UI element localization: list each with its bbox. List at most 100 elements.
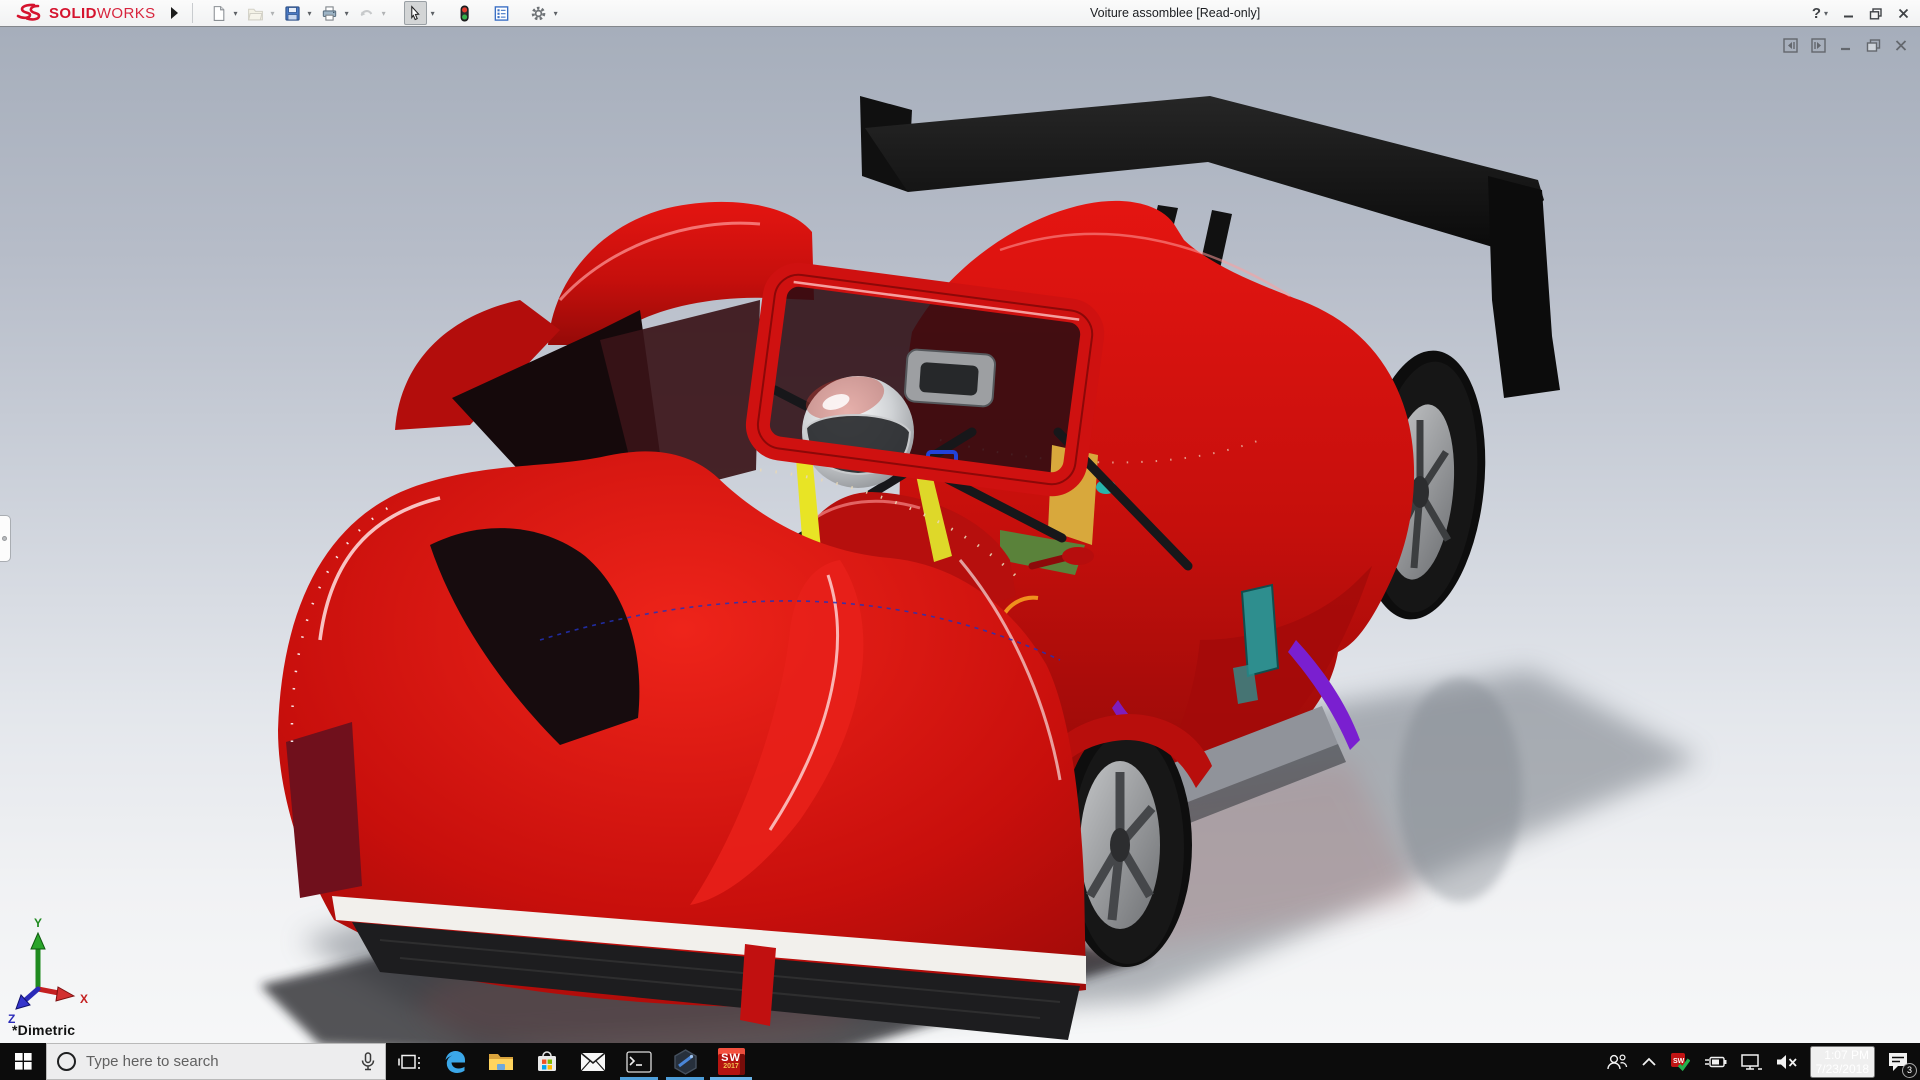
select-dropdown-caret[interactable]: ▾ xyxy=(431,9,435,18)
solidworks-logo: SOLIDWORKS xyxy=(0,0,156,26)
file-properties-button[interactable] xyxy=(490,1,513,25)
save-floppy-icon xyxy=(284,5,300,21)
print-button[interactable] xyxy=(318,1,341,25)
triad-x-label: X xyxy=(80,992,88,1006)
taskbar-spacer xyxy=(754,1043,1604,1080)
battery-button[interactable] xyxy=(1701,1053,1729,1071)
previous-pane-icon xyxy=(1783,38,1798,53)
system-tray: SW 1:07 PM 7/23/2018 3 xyxy=(1604,1043,1920,1080)
minimize-button[interactable] xyxy=(1842,7,1855,20)
menu-flyout-arrow[interactable] xyxy=(166,3,184,23)
battery-charging-icon xyxy=(1704,1056,1727,1067)
ethernet-network-icon xyxy=(1740,1053,1762,1070)
open-dropdown-caret[interactable]: ▾ xyxy=(271,9,275,18)
taskbar-app-file-explorer[interactable] xyxy=(478,1043,524,1080)
file-properties-icon xyxy=(494,5,508,21)
store-icon xyxy=(538,1050,556,1071)
taskbar-app-store[interactable] xyxy=(524,1043,570,1080)
task-view-button[interactable] xyxy=(386,1043,432,1080)
people-button[interactable] xyxy=(1604,1051,1630,1073)
taskbar-search-box[interactable] xyxy=(46,1043,386,1080)
document-restore-button[interactable] xyxy=(1866,38,1881,53)
options-button[interactable] xyxy=(527,1,550,25)
document-title: Voiture assomblee [Read-only] xyxy=(1090,6,1261,20)
new-dropdown-caret[interactable]: ▾ xyxy=(234,9,238,18)
microphone-icon[interactable] xyxy=(361,1052,375,1071)
taskbar-app-edge[interactable] xyxy=(432,1043,478,1080)
windows-taskbar: SW 2017 xyxy=(0,1043,1920,1080)
view-orientation-label: *Dimetric xyxy=(12,1022,76,1038)
brand-wordmark: SOLIDWORKS xyxy=(49,4,156,22)
solidworks-2017-icon: SW 2017 xyxy=(717,1048,745,1075)
search-input[interactable] xyxy=(86,1053,351,1070)
new-document-icon xyxy=(213,5,224,21)
tray-time: 1:07 PM xyxy=(1824,1047,1869,1062)
taskbar-app-mail[interactable] xyxy=(570,1043,616,1080)
rebuild-traffic-light-icon xyxy=(460,5,469,21)
close-icon xyxy=(1898,8,1909,19)
cortana-icon xyxy=(57,1052,76,1071)
restore-icon xyxy=(1869,8,1882,20)
undo-arrow-icon xyxy=(360,9,372,16)
print-dropdown-caret[interactable]: ▾ xyxy=(345,9,349,18)
options-dropdown-caret[interactable]: ▾ xyxy=(554,9,558,18)
minimize-icon xyxy=(1844,15,1853,18)
solidworks-monitor-tray-button[interactable]: SW xyxy=(1668,1050,1692,1074)
save-button[interactable] xyxy=(281,1,304,25)
command-prompt-icon xyxy=(626,1050,652,1073)
help-button[interactable]: ? ▾ xyxy=(1812,5,1828,22)
save-dropdown-caret[interactable]: ▾ xyxy=(308,9,312,18)
chevron-up-icon xyxy=(1641,1057,1656,1066)
action-center-button[interactable]: 3 xyxy=(1884,1049,1917,1078)
tray-date: 7/23/2018 xyxy=(1815,1061,1869,1076)
tray-clock[interactable]: 1:07 PM 7/23/2018 xyxy=(1809,1045,1875,1078)
select-tool-button[interactable] xyxy=(403,1,427,25)
document-restore-icon xyxy=(1866,39,1881,52)
open-button[interactable] xyxy=(244,1,267,25)
edrawings-hexagon-icon xyxy=(673,1048,697,1075)
rebuild-button[interactable] xyxy=(453,1,476,25)
document-window-controls xyxy=(1783,38,1908,53)
flyout-triangle-icon xyxy=(171,7,179,19)
feature-panel-collapsed-tab[interactable] xyxy=(0,515,11,562)
graphics-area: Y X Z *Dimetric xyxy=(0,27,1920,1043)
document-close-button[interactable] xyxy=(1894,38,1908,53)
print-icon xyxy=(322,5,336,21)
people-icon xyxy=(1606,1053,1627,1069)
svg-text:SW: SW xyxy=(1673,1058,1685,1065)
window-controls: ? ▾ xyxy=(1812,0,1910,27)
file-explorer-icon xyxy=(489,1053,513,1070)
previous-pane-button[interactable] xyxy=(1783,38,1798,53)
volume-button[interactable] xyxy=(1773,1051,1801,1073)
notification-badge: 3 xyxy=(1902,1062,1917,1078)
undo-dropdown-caret[interactable]: ▾ xyxy=(382,9,386,18)
title-bar: SOLIDWORKS ▾ ▾ ▾ ▾ ▾ ▾ ▾ Voiture assombl… xyxy=(0,0,1920,27)
cockpit-mirror-box xyxy=(903,348,997,408)
task-view-icon xyxy=(398,1054,420,1069)
orientation-triad: Y X Z xyxy=(8,916,88,1025)
taskbar-app-command-prompt[interactable] xyxy=(616,1043,662,1080)
taskbar-app-edrawings[interactable] xyxy=(662,1043,708,1080)
panel-tab-grip-icon xyxy=(2,536,7,541)
triad-y-label: Y xyxy=(34,916,42,930)
mail-icon xyxy=(580,1051,606,1071)
document-minimize-button[interactable] xyxy=(1839,38,1853,53)
select-cursor-icon xyxy=(410,4,420,20)
start-button[interactable] xyxy=(0,1043,46,1080)
edge-icon xyxy=(445,1050,465,1073)
restore-button[interactable] xyxy=(1869,7,1883,20)
windows-logo-icon xyxy=(14,1053,32,1070)
close-button[interactable] xyxy=(1897,7,1910,20)
next-pane-button[interactable] xyxy=(1811,38,1826,53)
help-dropdown-caret: ▾ xyxy=(1823,9,1828,18)
taskbar-app-solidworks[interactable]: SW 2017 xyxy=(708,1043,754,1080)
network-button[interactable] xyxy=(1738,1051,1764,1073)
toolbar-separator xyxy=(191,3,193,23)
undo-button[interactable] xyxy=(355,1,378,25)
3d-model-canvas[interactable] xyxy=(0,27,1920,1043)
show-hidden-icons-button[interactable] xyxy=(1639,1055,1659,1069)
dassault-systemes-mark-icon xyxy=(16,3,41,21)
new-document-button[interactable] xyxy=(207,1,230,25)
solidworks-check-icon: SW xyxy=(1670,1052,1690,1071)
document-close-icon xyxy=(1895,40,1907,51)
